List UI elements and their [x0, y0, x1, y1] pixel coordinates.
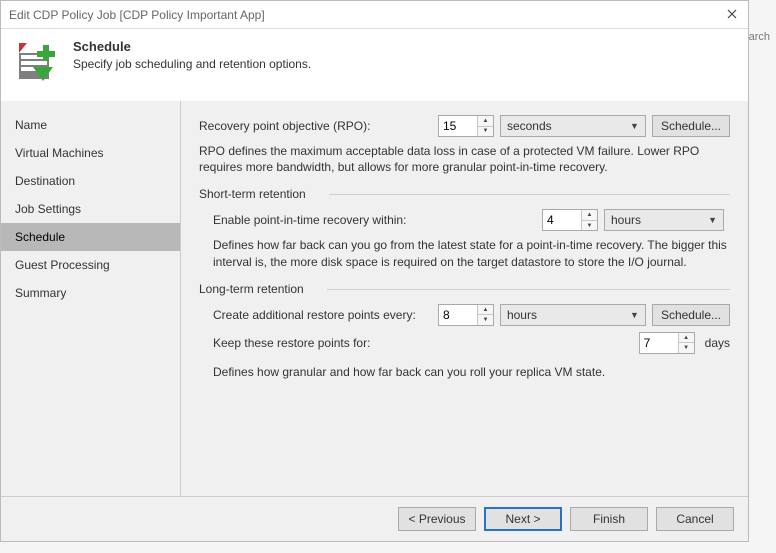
previous-button[interactable]: < Previous — [398, 507, 476, 531]
sidebar-item-summary[interactable]: Summary — [1, 279, 180, 307]
spinner-up-icon[interactable]: ▲ — [478, 305, 493, 316]
short-term-group: Enable point-in-time recovery within: ▲ … — [199, 209, 730, 269]
sidebar: Name Virtual Machines Destination Job Se… — [1, 101, 181, 496]
rpo-unit-select[interactable]: seconds ▼ — [500, 115, 646, 137]
long-term-description: Defines how granular and how far back ca… — [213, 364, 730, 380]
spinner-up-icon[interactable]: ▲ — [679, 333, 694, 344]
long-term-group-title: Long-term retention — [199, 282, 730, 296]
page-title: Schedule — [73, 39, 311, 54]
long-term-create-row: Create additional restore points every: … — [213, 304, 730, 326]
short-term-description: Defines how far back can you go from the… — [213, 237, 730, 269]
cancel-button[interactable]: Cancel — [656, 507, 734, 531]
rpo-value-spinner[interactable]: ▲ ▼ — [438, 115, 494, 137]
short-term-value-input[interactable] — [543, 210, 581, 230]
chevron-down-icon: ▼ — [630, 310, 639, 320]
spinner-down-icon[interactable]: ▼ — [478, 127, 493, 137]
close-icon[interactable] — [724, 8, 740, 22]
sidebar-item-job-settings[interactable]: Job Settings — [1, 195, 180, 223]
short-term-label: Enable point-in-time recovery within: — [213, 213, 542, 227]
long-term-keep-spinner[interactable]: ▲ ▼ — [639, 332, 695, 354]
spinner-down-icon[interactable]: ▼ — [679, 343, 694, 353]
short-term-unit-value: hours — [611, 213, 641, 227]
long-term-schedule-button[interactable]: Schedule... — [652, 304, 730, 326]
rpo-value-input[interactable] — [439, 116, 477, 136]
header-text: Schedule Specify job scheduling and rete… — [73, 39, 311, 71]
long-term-create-unit-value: hours — [507, 308, 537, 322]
footer: < Previous Next > Finish Cancel — [1, 496, 748, 541]
rpo-unit-value: seconds — [507, 119, 552, 133]
short-term-value-spinner[interactable]: ▲ ▼ — [542, 209, 598, 231]
spinner-buttons[interactable]: ▲ ▼ — [477, 305, 493, 325]
spinner-buttons[interactable]: ▲ ▼ — [678, 333, 694, 353]
long-term-create-unit-select[interactable]: hours ▼ — [500, 304, 646, 326]
finish-button[interactable]: Finish — [570, 507, 648, 531]
dialog: arch Edit CDP Policy Job [CDP Policy Imp… — [0, 0, 749, 542]
sidebar-item-destination[interactable]: Destination — [1, 167, 180, 195]
titlebar: Edit CDP Policy Job [CDP Policy Importan… — [1, 1, 748, 29]
long-term-keep-label: Keep these restore points for: — [213, 336, 639, 350]
chevron-down-icon: ▼ — [630, 121, 639, 131]
spinner-up-icon[interactable]: ▲ — [478, 116, 493, 127]
rpo-row: Recovery point objective (RPO): ▲ ▼ seco… — [199, 115, 730, 137]
rpo-label: Recovery point objective (RPO): — [199, 119, 438, 133]
long-term-keep-unit: days — [705, 336, 730, 350]
next-button[interactable]: Next > — [484, 507, 562, 531]
rpo-schedule-button[interactable]: Schedule... — [652, 115, 730, 137]
rpo-description: RPO defines the maximum acceptable data … — [199, 143, 730, 175]
off-viewport-text: arch — [749, 31, 770, 43]
body: Name Virtual Machines Destination Job Se… — [1, 101, 748, 496]
sidebar-item-schedule[interactable]: Schedule — [1, 223, 180, 251]
chevron-down-icon: ▼ — [708, 215, 717, 225]
long-term-keep-input[interactable] — [640, 333, 678, 353]
long-term-keep-row: Keep these restore points for: ▲ ▼ days — [213, 332, 730, 354]
spinner-down-icon[interactable]: ▼ — [582, 221, 597, 231]
schedule-icon — [13, 39, 61, 87]
spinner-up-icon[interactable]: ▲ — [582, 210, 597, 221]
short-term-unit-select[interactable]: hours ▼ — [604, 209, 724, 231]
spinner-buttons[interactable]: ▲ ▼ — [477, 116, 493, 136]
window-title: Edit CDP Policy Job [CDP Policy Importan… — [9, 8, 265, 22]
short-term-group-title: Short-term retention — [199, 187, 730, 201]
spinner-down-icon[interactable]: ▼ — [478, 315, 493, 325]
page-subtitle: Specify job scheduling and retention opt… — [73, 57, 311, 71]
long-term-group: Create additional restore points every: … — [199, 304, 730, 380]
sidebar-item-virtual-machines[interactable]: Virtual Machines — [1, 139, 180, 167]
long-term-create-spinner[interactable]: ▲ ▼ — [438, 304, 494, 326]
header: Schedule Specify job scheduling and rete… — [1, 29, 748, 101]
long-term-create-label: Create additional restore points every: — [213, 308, 438, 322]
main-panel: Recovery point objective (RPO): ▲ ▼ seco… — [181, 101, 748, 496]
spinner-buttons[interactable]: ▲ ▼ — [581, 210, 597, 230]
long-term-create-input[interactable] — [439, 305, 477, 325]
sidebar-item-name[interactable]: Name — [1, 111, 180, 139]
sidebar-item-guest-processing[interactable]: Guest Processing — [1, 251, 180, 279]
short-term-row: Enable point-in-time recovery within: ▲ … — [213, 209, 730, 231]
